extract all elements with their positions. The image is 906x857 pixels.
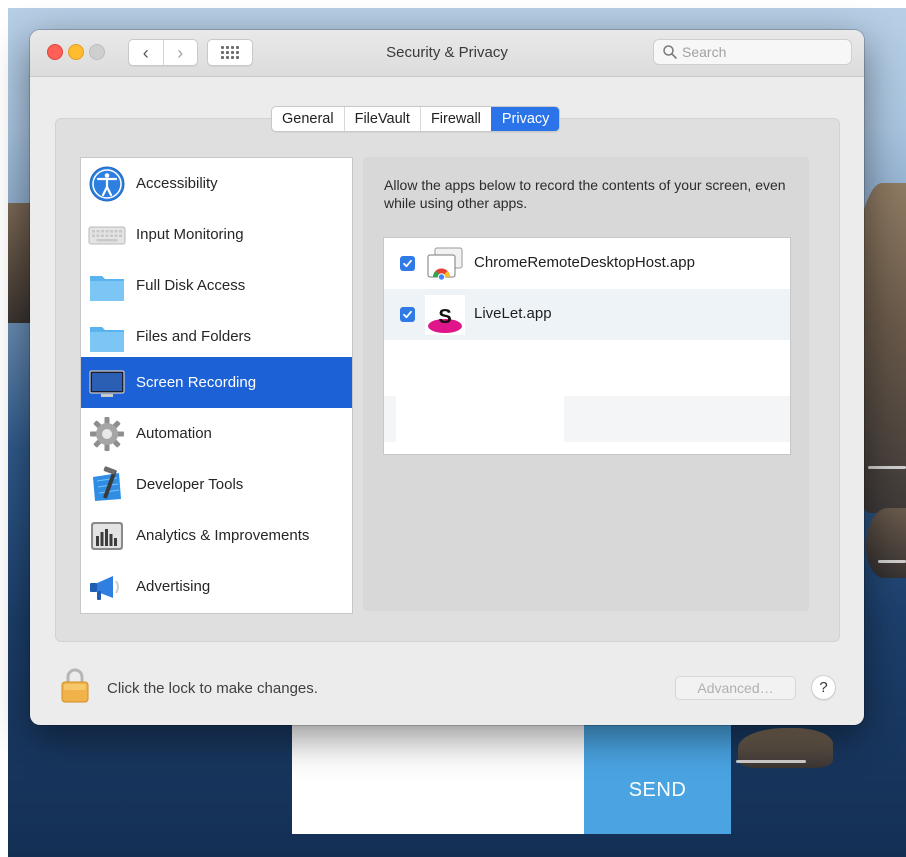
app-name: ChromeRemoteDesktopHost.app — [474, 254, 695, 271]
category-screen-recording[interactable]: Screen Recording — [81, 357, 352, 408]
tab-filevault[interactable]: FileVault — [343, 107, 420, 131]
display-icon — [89, 369, 125, 397]
tab-privacy[interactable]: Privacy — [490, 107, 560, 131]
keyboard-icon — [88, 226, 126, 244]
folder-icon — [90, 326, 124, 352]
app-row-livelet[interactable]: S LiveLet.app — [384, 289, 790, 340]
category-label: Analytics & Improvements — [136, 527, 310, 544]
category-advertising[interactable]: Advertising — [81, 561, 352, 612]
lock-message: Click the lock to make changes. — [107, 680, 318, 697]
message-input[interactable] — [292, 724, 584, 834]
checkmark-icon — [403, 259, 412, 268]
pane-description: Allow the apps below to record the conte… — [384, 177, 786, 211]
tab-bar: General FileVault Firewall Privacy — [271, 106, 561, 132]
category-full-disk-access[interactable]: Full Disk Access — [81, 260, 352, 311]
wallpaper-rock-right-lower — [866, 508, 906, 578]
tab-general[interactable]: General — [272, 107, 344, 131]
wallpaper-foam — [878, 560, 906, 563]
folder-icon — [90, 275, 124, 301]
xcode-hammer-icon — [93, 465, 121, 501]
category-automation[interactable]: Automation — [81, 408, 352, 459]
category-label: Full Disk Access — [136, 277, 246, 294]
search-field[interactable] — [653, 39, 852, 65]
app-name: LiveLet.app — [474, 305, 552, 322]
category-accessibility[interactable]: Accessibility — [81, 158, 352, 209]
app-permission-checkbox[interactable] — [400, 307, 415, 322]
bar-chart-icon — [91, 521, 123, 550]
gear-icon — [90, 416, 124, 451]
category-label: Accessibility — [136, 175, 218, 192]
list-background-artifact — [564, 396, 790, 442]
search-icon — [663, 45, 677, 59]
category-label: Files and Folders — [136, 328, 252, 345]
title-bar: ‹ › Security & Privacy — [30, 30, 864, 77]
send-button[interactable]: SEND — [584, 724, 731, 834]
megaphone-icon — [90, 575, 119, 600]
category-label: Input Monitoring — [136, 226, 244, 243]
security-privacy-window: ‹ › Security & Privacy General FileVault… — [30, 30, 864, 725]
category-files-and-folders[interactable]: Files and Folders — [81, 311, 352, 362]
privacy-category-list: Accessibility Input Monitoring Full Disk… — [80, 157, 353, 614]
app-permission-checkbox[interactable] — [400, 256, 415, 271]
category-label: Developer Tools — [136, 476, 244, 493]
category-input-monitoring[interactable]: Input Monitoring — [81, 209, 352, 260]
chrome-remote-desktop-icon — [427, 247, 463, 281]
search-input[interactable] — [682, 44, 832, 60]
category-analytics-improvements[interactable]: Analytics & Improvements — [81, 510, 352, 561]
app-row-chrome-remote-desktop-host[interactable]: ChromeRemoteDesktopHost.app — [384, 238, 790, 289]
tab-firewall[interactable]: Firewall — [419, 107, 491, 131]
help-button[interactable]: ? — [811, 675, 836, 700]
checkmark-icon — [403, 310, 412, 319]
wallpaper-foam — [736, 760, 806, 763]
svg-text:S: S — [438, 306, 451, 328]
accessibility-icon — [89, 166, 125, 201]
category-developer-tools[interactable]: Developer Tools — [81, 459, 352, 510]
web-send-form: SEND — [292, 724, 731, 834]
wallpaper-foam — [868, 466, 906, 469]
list-background-artifact — [384, 396, 396, 442]
category-label: Automation — [136, 425, 212, 442]
category-label: Advertising — [136, 578, 211, 595]
lock-icon[interactable] — [60, 667, 90, 703]
category-label: Screen Recording — [136, 374, 257, 391]
livelet-app-icon: S — [425, 295, 465, 335]
advanced-button[interactable]: Advanced… — [675, 676, 796, 700]
app-permission-list: ChromeRemoteDesktopHost.app S LiveLet.ap… — [383, 237, 791, 455]
